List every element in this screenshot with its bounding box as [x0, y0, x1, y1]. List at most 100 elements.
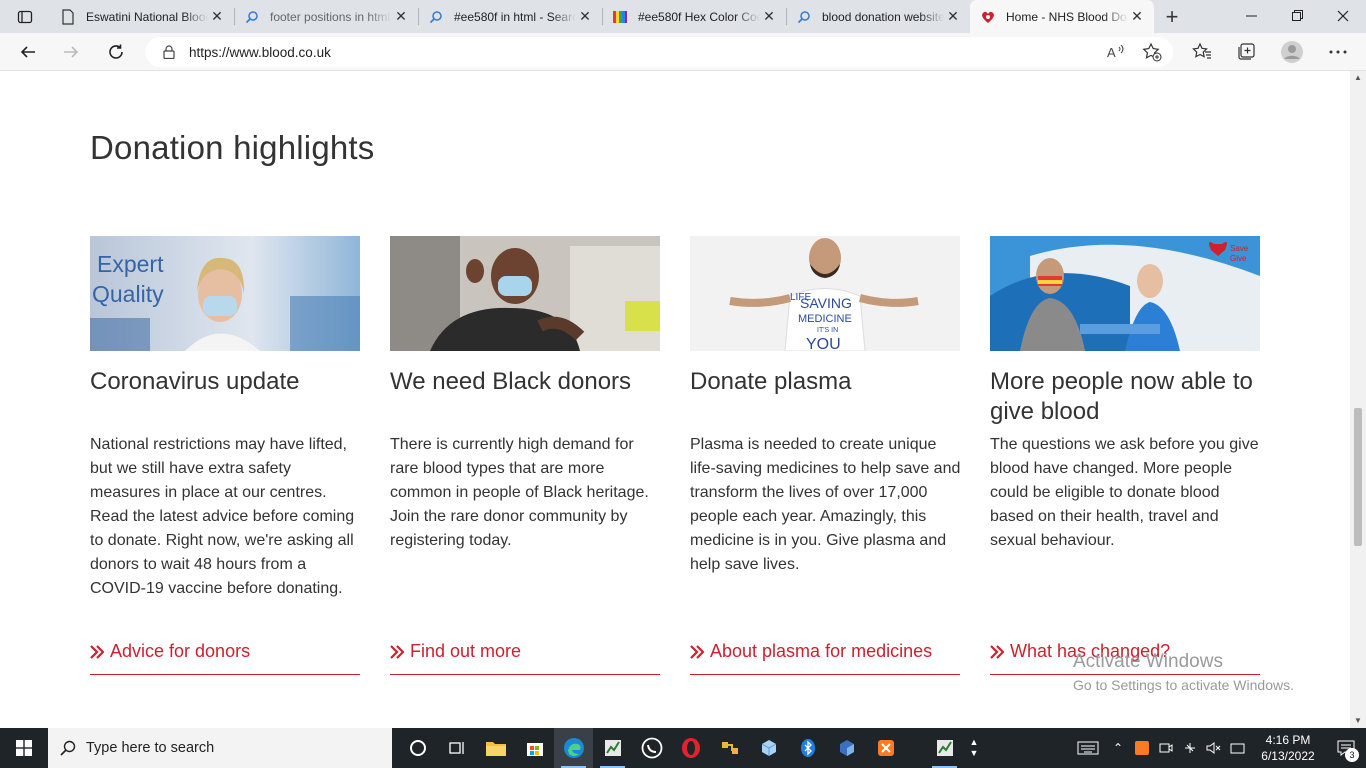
task-view-icon [448, 742, 464, 754]
store-icon [526, 743, 543, 756]
card-text: There is currently high demand for rare … [390, 436, 649, 549]
link-label: About plasma for medicines [710, 641, 933, 661]
xampp-button[interactable] [866, 728, 905, 768]
webcam-tray-button[interactable] [1154, 728, 1178, 768]
system-clock[interactable]: 4:16 PM 6/13/2022 [1250, 732, 1326, 764]
restore-icon [1291, 10, 1303, 21]
power-plug-icon [1185, 743, 1195, 753]
opera-button[interactable] [671, 728, 710, 768]
keyboard-icon [1077, 741, 1099, 755]
card-black-donors: We need Black donors There is currently … [390, 236, 660, 675]
scroll-up-arrow-icon[interactable]: ▲ [1353, 73, 1363, 83]
system-tray: ⌃ 4:16 PM 6/13/2022 3 [1070, 728, 1366, 768]
page-icon [60, 8, 76, 25]
minimize-button[interactable] [1228, 0, 1274, 31]
keyboard-tray-button[interactable] [1070, 728, 1106, 768]
profile-button[interactable] [1280, 40, 1304, 64]
volume-tray-button[interactable] [1202, 728, 1226, 768]
refresh-button[interactable] [102, 38, 130, 66]
find-out-more-link[interactable]: Find out more [390, 641, 660, 675]
power-tray-button[interactable] [1178, 728, 1202, 768]
close-tab-icon[interactable]: ✕ [576, 8, 594, 26]
tab-footer-positions[interactable]: footer positions in html ✕ [234, 0, 418, 33]
url-bar[interactable]: https://www.blood.co.uk [145, 37, 1173, 67]
card-title: Coronavirus update [90, 368, 300, 395]
tab-actions-button[interactable] [0, 0, 50, 33]
scrollbar-thumb[interactable] [1354, 408, 1362, 546]
virtualbox-button[interactable] [827, 728, 866, 768]
task-view-button[interactable] [437, 728, 476, 768]
tab-actions-icon [17, 10, 33, 23]
close-window-button[interactable] [1320, 0, 1366, 31]
search-placeholder: Type here to search [86, 740, 215, 756]
favorites-button[interactable] [1190, 40, 1214, 64]
card-plasma: LIFE SAVING MEDICINE IT'S IN YOU Donate … [690, 236, 960, 675]
scroll-down-arrow-icon[interactable]: ▼ [1353, 716, 1363, 726]
window-controls [1228, 0, 1366, 31]
search-icon [60, 740, 76, 756]
card-image-plasma-man: LIFE SAVING MEDICINE IT'S IN YOU [690, 236, 960, 351]
taskbar-scroll-button[interactable]: ▲ ▼ [964, 728, 984, 768]
close-tab-icon[interactable]: ✕ [944, 8, 962, 26]
link-label: Advice for donors [110, 641, 251, 661]
tab-title: blood donation website [822, 9, 944, 24]
new-tab-button[interactable]: + [1154, 0, 1190, 33]
tools-icon [721, 742, 738, 754]
advice-for-donors-link[interactable]: Advice for donors [90, 641, 360, 675]
card-text: National restrictions may have lifted, b… [90, 436, 355, 597]
close-tab-icon[interactable]: ✕ [1128, 8, 1146, 26]
tab-nhs-blood-home[interactable]: Home - NHS Blood Donation ✕ [970, 0, 1154, 33]
image-text-you: YOU [806, 336, 841, 351]
tab-ee580f-search[interactable]: #ee580f in html - Search ✕ [418, 0, 602, 33]
collections-button[interactable] [1234, 40, 1258, 64]
bluetooth-app-button[interactable] [788, 728, 827, 768]
svg-text:A: A [1107, 45, 1116, 60]
tab-eswatini[interactable]: Eswatini National Blood ✕ [50, 0, 234, 33]
forward-button[interactable] [57, 38, 85, 66]
edge-button[interactable] [554, 728, 593, 768]
back-button[interactable] [14, 38, 42, 66]
tab-title: Home - NHS Blood Donation [1006, 9, 1128, 24]
close-icon [1337, 10, 1349, 21]
taskbar-apps: ▲ ▼ [398, 728, 984, 768]
whatsapp-button[interactable] [632, 728, 671, 768]
watermark-subtitle: Go to Settings to activate Windows. [1073, 677, 1294, 693]
xampp-tray-button[interactable] [1130, 728, 1154, 768]
taskbar-search-box[interactable]: Type here to search [48, 728, 392, 768]
close-tab-icon[interactable]: ✕ [208, 8, 226, 26]
notification-center-button[interactable]: 3 [1326, 728, 1366, 768]
about-plasma-link[interactable]: About plasma for medicines [690, 641, 960, 675]
edge-icon [563, 738, 584, 758]
image-text-its-in: IT'S IN [817, 327, 838, 334]
whatsapp-icon [641, 737, 662, 759]
cortana-button[interactable] [398, 728, 437, 768]
start-button[interactable] [0, 728, 48, 768]
card-image-donor [390, 236, 660, 351]
close-tab-icon[interactable]: ✕ [392, 8, 410, 26]
tab-blood-donation-search[interactable]: blood donation website ✕ [786, 0, 970, 33]
store-button[interactable] [515, 728, 554, 768]
network-tray-button[interactable] [1226, 728, 1250, 768]
close-tab-icon[interactable]: ✕ [760, 8, 778, 26]
more-dots-icon [1329, 50, 1347, 54]
add-favorite-button[interactable] [1140, 40, 1164, 64]
file-explorer-button[interactable] [476, 728, 515, 768]
read-aloud-button[interactable]: A [1104, 40, 1128, 64]
image-text-medicine: MEDICINE [798, 313, 852, 325]
address-toolbar: https://www.blood.co.uk A [0, 33, 1366, 71]
tab-hex-color[interactable]: #ee580f Hex Color Code ✕ [602, 0, 786, 33]
minimize-icon [1245, 15, 1257, 17]
lock-icon [163, 45, 175, 59]
show-hidden-icons-button[interactable]: ⌃ [1106, 728, 1130, 768]
app-tools-button[interactable] [710, 728, 749, 768]
spreadsheet-app-button[interactable] [593, 728, 632, 768]
settings-menu-button[interactable] [1326, 40, 1350, 64]
search-icon [428, 9, 444, 25]
chart-tool-button[interactable] [925, 728, 964, 768]
read-aloud-icon: A [1107, 44, 1124, 60]
restore-button[interactable] [1274, 0, 1320, 31]
app-box-button[interactable] [749, 728, 788, 768]
vertical-scrollbar[interactable]: ▲ ▼ [1350, 71, 1366, 728]
card-image-nurse: Expert Quality [90, 236, 360, 351]
volume-muted-icon [1206, 742, 1221, 754]
